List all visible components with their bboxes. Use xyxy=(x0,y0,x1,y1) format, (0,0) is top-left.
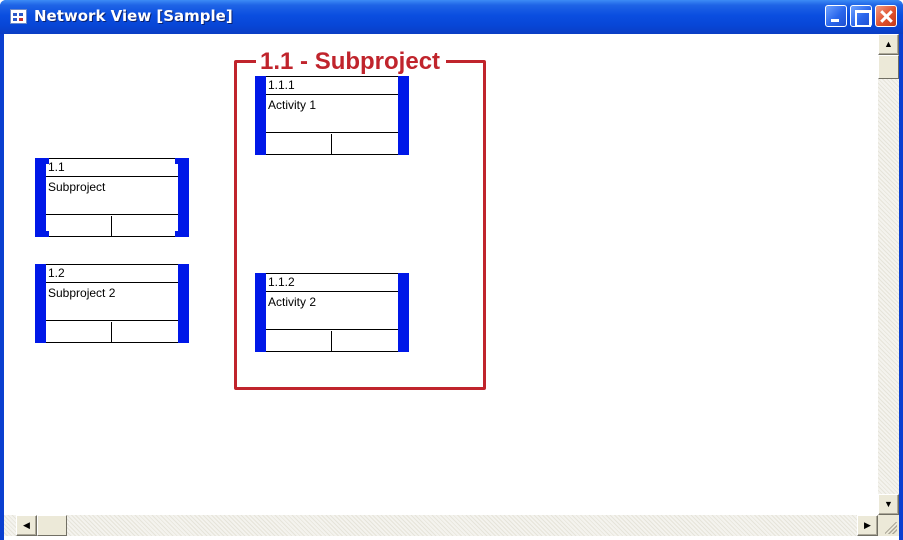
node-name: Activity 2 xyxy=(266,292,398,330)
node-cell-left xyxy=(46,322,112,342)
client-area: 1.1 - Subproject 1.1 Subproject 1.2 Subp… xyxy=(4,34,899,540)
vertical-scroll-thumb[interactable] xyxy=(878,55,899,79)
node-bar-right xyxy=(178,264,189,343)
node-bar-left xyxy=(35,264,46,343)
node-bar-left xyxy=(35,158,49,237)
close-button[interactable] xyxy=(875,5,897,27)
group-title: 1.1 - Subproject xyxy=(256,48,447,76)
node-bar-right xyxy=(175,158,189,237)
arrow-right-icon: ▶ xyxy=(864,520,871,530)
network-canvas[interactable]: 1.1 - Subproject 1.1 Subproject 1.2 Subp… xyxy=(4,34,878,515)
network-view-icon[interactable] xyxy=(10,9,27,24)
size-grip[interactable] xyxy=(878,515,899,536)
node-id: 1.1 xyxy=(46,159,178,177)
node-bar-right xyxy=(398,76,409,155)
scroll-down-button[interactable]: ▼ xyxy=(878,494,899,515)
arrow-down-icon: ▼ xyxy=(884,499,893,509)
window-title: Network View [Sample] xyxy=(34,7,233,25)
node-subproject-2[interactable]: 1.2 Subproject 2 xyxy=(35,264,189,343)
app-window: Network View [Sample] 1.1 - Subproject 1… xyxy=(0,0,903,540)
node-cell-right xyxy=(332,134,398,154)
title-bar[interactable]: Network View [Sample] xyxy=(0,0,903,34)
node-cell-right xyxy=(332,331,398,351)
node-cell-left xyxy=(266,134,332,154)
horizontal-scroll-thumb[interactable] xyxy=(37,515,67,536)
node-bar-right xyxy=(398,273,409,352)
node-bar-left xyxy=(255,273,266,352)
scroll-right-button[interactable]: ▶ xyxy=(857,515,878,536)
scroll-left-button[interactable]: ◀ xyxy=(16,515,37,536)
node-cell-right xyxy=(112,322,178,342)
horizontal-scrollbar[interactable]: ◀ ▶ xyxy=(4,515,878,536)
node-activity-1[interactable]: 1.1.1 Activity 1 xyxy=(255,76,409,155)
node-cell-left xyxy=(46,216,112,236)
arrow-left-icon: ◀ xyxy=(23,520,30,530)
arrow-up-icon: ▲ xyxy=(884,39,893,49)
node-id: 1.2 xyxy=(46,265,178,283)
node-id: 1.1.1 xyxy=(266,77,398,95)
node-activity-2[interactable]: 1.1.2 Activity 2 xyxy=(255,273,409,352)
node-cell-right xyxy=(112,216,178,236)
node-bar-left xyxy=(255,76,266,155)
node-name: Subproject xyxy=(46,177,178,215)
minimize-button[interactable] xyxy=(825,5,847,27)
vertical-scrollbar[interactable]: ▲ ▼ xyxy=(878,34,899,515)
node-id: 1.1.2 xyxy=(266,274,398,292)
node-name: Activity 1 xyxy=(266,95,398,133)
maximize-button[interactable] xyxy=(850,5,872,27)
node-cell-left xyxy=(266,331,332,351)
node-name: Subproject 2 xyxy=(46,283,178,321)
node-subproject[interactable]: 1.1 Subproject xyxy=(35,158,189,237)
scroll-up-button[interactable]: ▲ xyxy=(878,34,899,55)
